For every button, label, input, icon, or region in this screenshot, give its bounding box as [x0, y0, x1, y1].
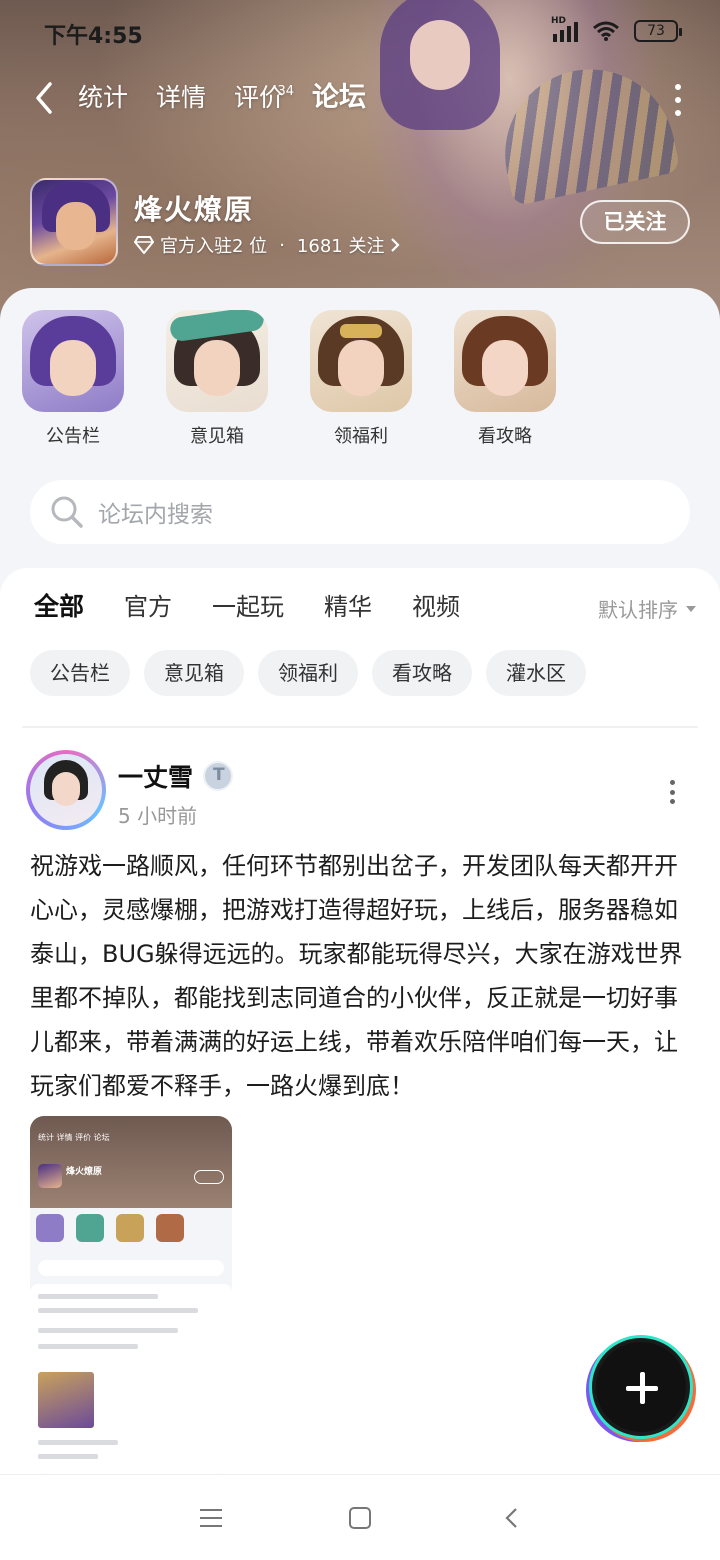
- nav-tabs: 统计 详情 评价 34 论坛: [78, 80, 394, 120]
- thumb-search: [38, 1260, 224, 1276]
- quick-link-rewards[interactable]: 领福利: [310, 310, 412, 448]
- chip-announcements[interactable]: 公告栏: [30, 650, 130, 696]
- tab-details[interactable]: 详情: [156, 80, 206, 120]
- system-back-icon[interactable]: [504, 1507, 518, 1529]
- thumb-nav-text: 统计 详情 评价 论坛: [38, 1133, 110, 1142]
- forum-search-bar[interactable]: 论坛内搜索: [30, 480, 690, 544]
- more-options-icon[interactable]: [670, 84, 686, 116]
- thumb-body: [30, 1208, 232, 1474]
- reviews-count-badge: 34: [277, 84, 295, 99]
- chip-guides[interactable]: 看攻略: [372, 650, 472, 696]
- quick-link-label: 公告栏: [46, 426, 100, 447]
- network-tag: HD: [551, 16, 567, 26]
- status-bar: 下午4:55 HD 73: [0, 0, 720, 64]
- author-name: 一丈雪: [118, 763, 194, 792]
- quick-link-guides[interactable]: 看攻略: [454, 310, 556, 448]
- thumb-follow-button: [194, 1170, 224, 1184]
- quick-link-label: 意见箱: [190, 426, 244, 447]
- filter-tab-play-together[interactable]: 一起玩: [212, 588, 284, 628]
- tab-stats[interactable]: 统计: [78, 80, 128, 120]
- follower-count: 1681 关注: [296, 236, 385, 257]
- follow-button[interactable]: 已关注: [580, 200, 690, 244]
- status-icons: HD 73: [551, 16, 682, 42]
- filter-tab-featured[interactable]: 精华: [324, 588, 372, 628]
- game-avatar[interactable]: [30, 178, 118, 266]
- post-content[interactable]: 祝游戏一路顺风，任何环节都别出岔子，开发团队每天都开开心心，灵感爆棚，把游戏打造…: [30, 844, 690, 1108]
- post-image[interactable]: 统计 详情 评价 论坛 烽火燎原: [30, 1116, 232, 1474]
- meta-separator: ·: [279, 234, 285, 256]
- avatar[interactable]: [26, 750, 106, 830]
- wifi-icon: [593, 21, 619, 41]
- filter-tab-all[interactable]: 全部: [34, 588, 84, 628]
- tab-forum[interactable]: 论坛: [312, 80, 366, 120]
- sort-label: 默认排序: [598, 598, 678, 622]
- search-input[interactable]: 论坛内搜索: [98, 495, 213, 529]
- thumb-feed: [30, 1284, 232, 1474]
- signal-icon: HD: [551, 16, 578, 42]
- tab-reviews[interactable]: 评价 34: [234, 80, 294, 120]
- chip-rewards[interactable]: 领福利: [258, 650, 358, 696]
- announcements-image: [22, 310, 124, 412]
- filter-tab-video[interactable]: 视频: [412, 588, 460, 628]
- rewards-image: [310, 310, 412, 412]
- chevron-right-icon: [391, 238, 401, 252]
- official-count: 官方入驻2 位: [160, 236, 268, 257]
- diamond-icon: [134, 236, 154, 254]
- quick-link-announcements[interactable]: 公告栏: [22, 310, 124, 448]
- game-info: 烽火燎原 官方入驻2 位 · 1681 关注 已关注: [30, 178, 690, 268]
- game-name: 烽火燎原: [134, 193, 255, 226]
- thumb-post-image: [38, 1372, 94, 1428]
- post-timestamp: 5 小时前: [118, 804, 198, 828]
- thumb-header: 统计 详情 评价 论坛 烽火燎原: [30, 1116, 232, 1208]
- chip-feedback[interactable]: 意见箱: [144, 650, 244, 696]
- feedback-image: [166, 310, 268, 412]
- quick-link-label: 领福利: [334, 426, 388, 447]
- category-chips: 公告栏 意见箱 领福利 看攻略 灌水区: [30, 650, 586, 696]
- create-post-button[interactable]: [592, 1338, 690, 1436]
- search-icon: [51, 496, 83, 528]
- thumb-game-name: 烽火燎原: [66, 1167, 103, 1177]
- system-nav-bar: [0, 1474, 720, 1560]
- chip-water-zone[interactable]: 灌水区: [486, 650, 586, 696]
- level-badge-icon: [203, 761, 234, 791]
- battery-icon: 73: [634, 20, 682, 42]
- thumb-quick-links: [36, 1214, 184, 1242]
- home-icon[interactable]: [349, 1507, 371, 1529]
- thumb-avatar: [38, 1164, 62, 1188]
- recents-icon[interactable]: [200, 1509, 222, 1527]
- guides-image: [454, 310, 556, 412]
- sort-dropdown[interactable]: 默认排序: [598, 594, 696, 623]
- back-icon[interactable]: [30, 78, 60, 118]
- filter-tabs: 全部 官方 一起玩 精华 视频: [34, 588, 500, 628]
- filter-tab-official[interactable]: 官方: [124, 588, 172, 628]
- quick-link-feedback[interactable]: 意见箱: [166, 310, 268, 448]
- quick-links: 公告栏 意见箱 领福利 看攻略: [22, 310, 556, 448]
- quick-link-label: 看攻略: [478, 426, 532, 447]
- top-nav: 统计 详情 评价 34 论坛: [0, 70, 720, 130]
- post-more-icon[interactable]: [668, 780, 676, 804]
- game-meta[interactable]: 官方入驻2 位 · 1681 关注: [134, 232, 401, 258]
- forum-panel: 公告栏 意见箱 领福利 看攻略 论坛内搜索 全部 官方 一起玩 精华 视频 默认…: [0, 288, 720, 1488]
- divider: [22, 726, 698, 728]
- post-author[interactable]: 一丈雪: [118, 758, 234, 794]
- status-time: 下午4:55: [44, 24, 143, 49]
- caret-down-icon: [686, 605, 696, 612]
